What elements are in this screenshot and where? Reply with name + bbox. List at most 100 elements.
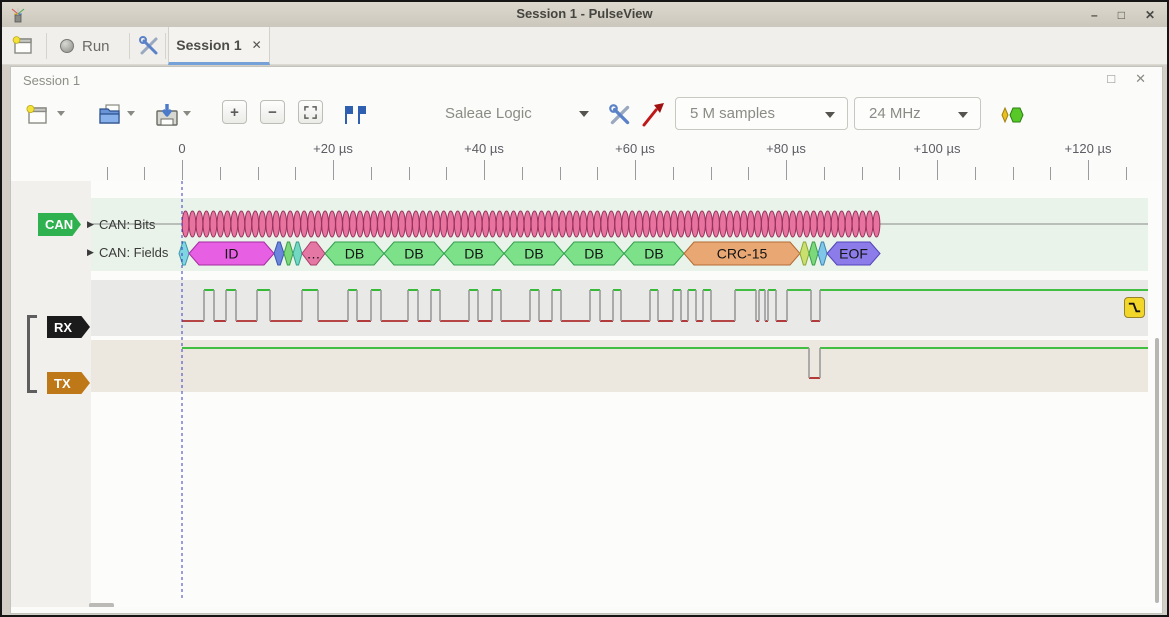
wrench-screwdriver-icon	[137, 34, 161, 58]
channels-button[interactable]	[641, 100, 667, 130]
session-toolbar: + − Saleae Logic	[11, 93, 1162, 139]
session-close-icon[interactable]: ✕	[1135, 72, 1146, 85]
save-dropdown-icon[interactable]	[183, 111, 191, 116]
new-view-dropdown-icon[interactable]	[57, 111, 65, 116]
channel-tag-rx[interactable]: RX	[47, 316, 90, 338]
new-view-button[interactable]	[25, 100, 49, 130]
vertical-scrollbar-thumb[interactable]	[1155, 338, 1159, 603]
ruler-tick	[333, 160, 334, 180]
toolbar-separator	[46, 33, 47, 59]
ruler-tick	[446, 167, 447, 180]
show-cursors-button[interactable]	[342, 100, 368, 130]
ruler-tick	[220, 167, 221, 180]
ruler-tick	[711, 167, 712, 180]
device-select[interactable]: Saleae Logic	[431, 97, 601, 130]
ruler-tick	[899, 167, 900, 180]
svg-text:CRC-15: CRC-15	[717, 246, 768, 262]
run-button[interactable]: Run	[60, 32, 110, 60]
ruler-tick	[107, 167, 108, 180]
add-decoder-button[interactable]	[998, 100, 1026, 130]
trigger-marker-badge[interactable]	[1124, 297, 1145, 318]
ruler-tick	[862, 167, 863, 180]
ruler-label: +60 µs	[615, 141, 655, 156]
ruler-tick	[824, 167, 825, 180]
save-button[interactable]	[153, 100, 181, 130]
waveform-canvas: ID…DBDBDBDBDBDBCRC-15EOF	[11, 181, 1162, 607]
horizontal-scrollbar-thumb[interactable]	[89, 603, 114, 607]
ruler-tick	[786, 160, 787, 180]
channel-tag-label: RX	[54, 320, 72, 335]
zoom-fit-button[interactable]	[298, 100, 323, 124]
session-maximize-icon[interactable]: □	[1107, 72, 1115, 85]
device-name: Saleae Logic	[445, 105, 532, 122]
wrench-screwdriver-icon	[607, 102, 633, 128]
close-icon[interactable]: ✕	[1145, 9, 1155, 21]
ruler-label: +20 µs	[313, 141, 353, 156]
svg-text:ID: ID	[225, 246, 239, 262]
ruler-tick	[975, 167, 976, 180]
expander-icon[interactable]: ▶	[87, 219, 94, 230]
svg-text:DB: DB	[464, 246, 483, 262]
new-view-icon	[25, 104, 49, 126]
zoom-in-button[interactable]: +	[222, 100, 247, 124]
decoder-tag-can[interactable]: CAN	[38, 213, 81, 236]
expander-icon[interactable]: ▶	[87, 247, 94, 258]
zoom-in-icon: +	[230, 104, 239, 121]
maximize-icon[interactable]: □	[1118, 9, 1125, 21]
open-folder-icon	[97, 103, 123, 127]
channel-group-bracket	[27, 315, 37, 393]
run-led-icon	[60, 39, 74, 53]
trace-area: ID…DBDBDBDBDBDBCRC-15EOF CAN ▶ ▶ CAN: Bi…	[11, 181, 1162, 607]
ruler-tick	[1126, 167, 1127, 180]
run-label: Run	[82, 38, 110, 55]
titlebar[interactable]: Session 1 - PulseView – □ ✕	[2, 2, 1167, 27]
svg-text:DB: DB	[644, 246, 663, 262]
tab-label: Session 1	[176, 37, 241, 53]
ruler-label: +120 µs	[1065, 141, 1112, 156]
ruler-tick	[295, 167, 296, 180]
ruler-tick	[484, 160, 485, 180]
time-ruler: 0+20 µs+40 µs+60 µs+80 µs+100 µs+120 µs	[11, 139, 1162, 181]
tab-session-1[interactable]: Session 1 ✕	[168, 27, 270, 65]
ruler-label: +40 µs	[464, 141, 504, 156]
falling-edge-icon	[1126, 299, 1143, 316]
settings-button[interactable]	[137, 32, 161, 60]
ruler-tick	[597, 167, 598, 180]
svg-text:DB: DB	[345, 246, 364, 262]
ruler-tick	[409, 167, 410, 180]
channel-tag-label: TX	[54, 376, 71, 391]
session-subwindow: Session 1 □ ✕	[10, 66, 1163, 614]
sample-count-select[interactable]: 5 M samples	[675, 97, 848, 130]
open-dropdown-icon[interactable]	[127, 111, 135, 116]
zoom-out-button[interactable]: −	[260, 100, 285, 124]
svg-text:EOF: EOF	[839, 246, 868, 262]
svg-text:DB: DB	[404, 246, 423, 262]
ruler-tick	[635, 160, 636, 180]
device-config-button[interactable]	[607, 100, 633, 130]
new-session-button[interactable]	[12, 32, 34, 60]
probe-icon	[641, 102, 667, 128]
svg-text:DB: DB	[524, 246, 543, 262]
minimize-icon[interactable]: –	[1091, 9, 1098, 21]
zoom-fit-icon	[304, 106, 317, 119]
pulseview-window: Session 1 - PulseView – □ ✕ Run	[0, 0, 1169, 617]
row-label-can-bits: CAN: Bits	[99, 217, 155, 232]
zoom-out-icon: −	[268, 104, 277, 121]
ruler-tick	[1050, 167, 1051, 180]
save-icon	[153, 102, 181, 128]
ruler-tick	[522, 167, 523, 180]
device-dropdown-icon	[579, 111, 589, 117]
sample-count-dropdown-icon	[825, 112, 835, 118]
tab-close-icon[interactable]: ✕	[252, 38, 262, 52]
ruler-tick	[560, 167, 561, 180]
ruler-tick	[748, 167, 749, 180]
decoder-icon	[998, 106, 1026, 124]
sample-rate-select[interactable]: 24 MHz	[854, 97, 981, 130]
ruler-tick	[258, 167, 259, 180]
row-label-can-fields: CAN: Fields	[99, 245, 168, 260]
open-button[interactable]	[97, 100, 123, 130]
channel-tag-tx[interactable]: TX	[47, 372, 90, 394]
window-title: Session 1 - PulseView	[2, 6, 1167, 21]
session-title: Session 1	[23, 73, 80, 88]
sample-rate-dropdown-icon	[958, 112, 968, 118]
